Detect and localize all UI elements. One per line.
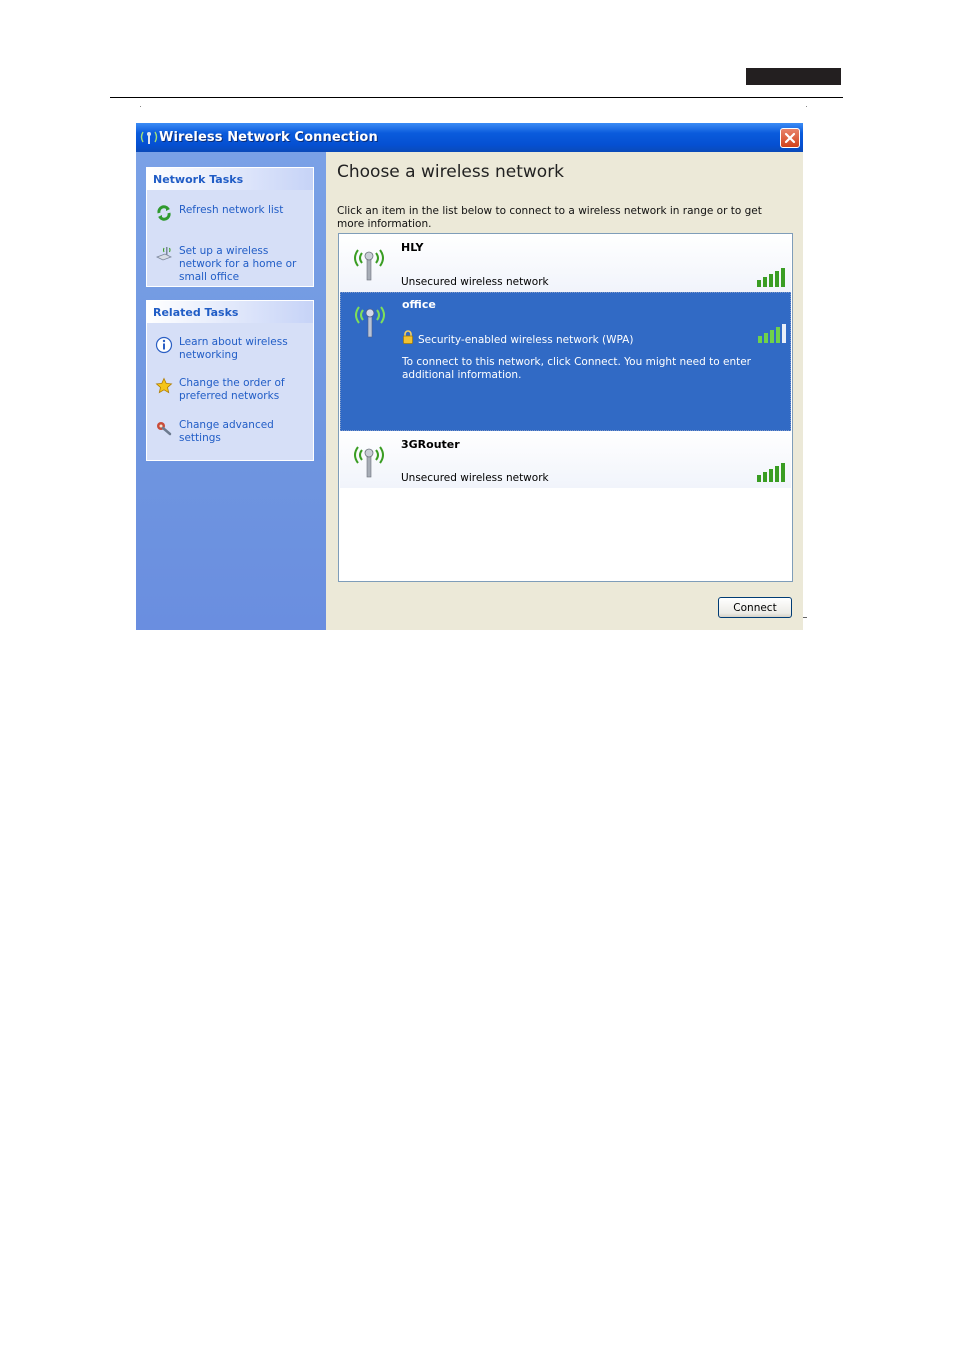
network-item-hly[interactable]: HLY Unsecured wireless network [340, 234, 791, 292]
network-connect-info: To connect to this network, click Connec… [402, 356, 751, 381]
network-tasks-header[interactable]: Network Tasks [147, 168, 313, 190]
wireless-connection-window: Wireless Network Connection Network Task… [136, 123, 803, 630]
wireless-antenna-icon [354, 446, 384, 478]
close-button[interactable] [780, 128, 800, 148]
related-tasks-header[interactable]: Related Tasks [147, 301, 313, 323]
wireless-antenna-icon [355, 306, 385, 338]
setup-wireless-network-label: Set up a wireless network for a home or … [179, 245, 297, 283]
signal-strength-icon [757, 463, 785, 482]
network-name: office [402, 298, 436, 311]
network-tasks-box: Network Tasks Refresh network list Set u… [146, 167, 314, 287]
change-advanced-settings-label: Change advanced settings [179, 419, 274, 444]
related-tasks-box: Related Tasks Learn about wireless netwo… [146, 300, 314, 461]
wireless-antenna-icon [354, 249, 384, 281]
network-item-3grouter[interactable]: 3GRouter Unsecured wireless network [340, 431, 791, 488]
lock-icon [403, 330, 413, 344]
wireless-network-icon [140, 131, 158, 144]
scan-dot [806, 106, 807, 107]
title-bar[interactable]: Wireless Network Connection [136, 123, 803, 152]
network-status: Unsecured wireless network [401, 472, 549, 484]
task-sidebar: Network Tasks Refresh network list Set u… [136, 152, 326, 630]
page-title: Choose a wireless network [337, 162, 565, 182]
settings-icon [157, 422, 172, 436]
signal-strength-icon [757, 268, 785, 287]
network-tasks-heading: Network Tasks [153, 173, 244, 186]
info-icon [155, 336, 173, 354]
page-header-block [746, 68, 841, 85]
network-status: Unsecured wireless network [401, 276, 549, 288]
change-network-order-label: Change the order of preferred networks [179, 377, 285, 402]
network-item-office[interactable]: office Security-enabled wireless network… [340, 292, 791, 431]
instructions-text: Click an item in the list below to conne… [337, 205, 762, 230]
main-panel: Choose a wireless network Click an item … [326, 152, 803, 630]
network-status: Security-enabled wireless network (WPA) [418, 334, 634, 346]
connect-button[interactable]: Connect [718, 597, 792, 618]
learn-wireless-label: Learn about wireless networking [179, 336, 288, 361]
refresh-icon [157, 205, 171, 221]
scan-mark [803, 617, 807, 618]
close-icon [784, 132, 796, 144]
setup-wireless-icon [156, 247, 172, 261]
network-name: HLY [401, 241, 424, 254]
window-title: Wireless Network Connection [159, 130, 378, 145]
network-list[interactable]: HLY Unsecured wireless network office Se… [338, 233, 793, 582]
related-tasks-heading: Related Tasks [153, 306, 239, 319]
star-icon [155, 377, 173, 394]
signal-strength-icon [758, 324, 786, 343]
scan-dot [140, 106, 141, 107]
refresh-network-list-label: Refresh network list [179, 204, 284, 216]
header-divider [110, 97, 843, 98]
network-name: 3GRouter [401, 438, 460, 451]
